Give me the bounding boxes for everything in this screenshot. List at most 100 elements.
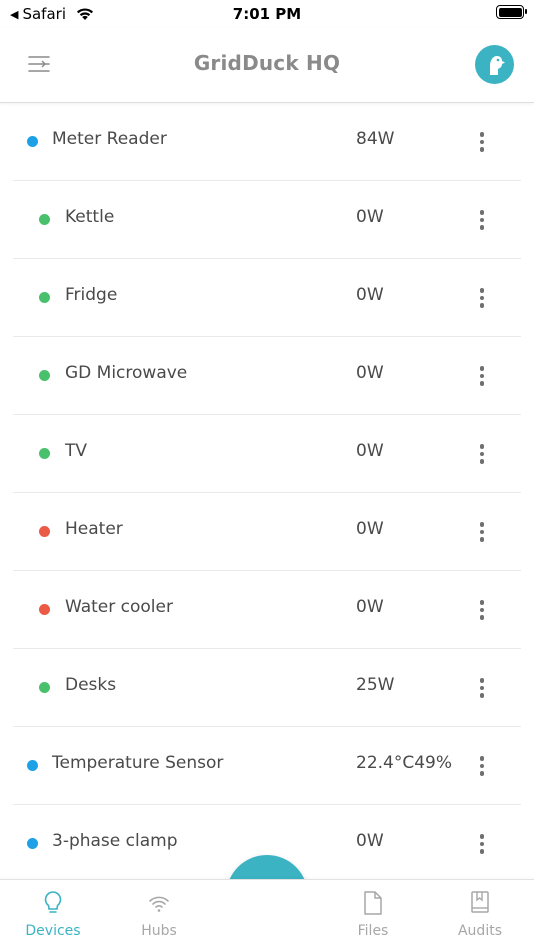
more-dot: [479, 600, 485, 605]
device-row[interactable]: Fridge 0W: [13, 259, 521, 337]
more-dot: [479, 756, 485, 761]
lightbulb-icon: [44, 891, 62, 913]
more-dot: [479, 615, 485, 620]
device-reading: 0W: [356, 519, 384, 539]
more-dot: [479, 522, 485, 527]
more-dot: [479, 303, 485, 308]
tab-devices[interactable]: Devices: [0, 880, 106, 951]
device-name: TV: [65, 441, 88, 461]
device-reading: 0W: [356, 363, 384, 383]
more-options-icon[interactable]: [471, 129, 493, 155]
more-dot: [479, 210, 485, 215]
more-dot: [479, 771, 485, 776]
app-header: GridDuck HQ: [0, 28, 534, 103]
device-reading: 0W: [356, 441, 384, 461]
more-dot: [479, 537, 485, 542]
more-dot: [479, 849, 485, 854]
status-dot: [39, 526, 50, 537]
device-reading: 0W: [356, 207, 384, 227]
more-options-icon[interactable]: [471, 207, 493, 233]
device-name: Desks: [65, 675, 117, 695]
status-bar: ◀ Safari 7:01 PM: [0, 0, 534, 28]
more-dot: [479, 459, 485, 464]
tab-devices-label: Devices: [25, 923, 81, 939]
device-reading: 0W: [356, 285, 384, 305]
more-dot: [479, 295, 485, 301]
device-reading: 0W: [356, 831, 384, 851]
device-reading: 84W: [356, 129, 395, 149]
more-options-icon[interactable]: [471, 285, 493, 311]
device-row[interactable]: Kettle 0W: [13, 181, 521, 259]
device-row[interactable]: Water cooler 0W: [13, 571, 521, 649]
more-options-icon[interactable]: [471, 831, 493, 857]
more-dot: [479, 834, 485, 839]
device-name: 3-phase clamp: [52, 831, 178, 851]
device-row[interactable]: Desks 25W: [13, 649, 521, 727]
device-name: Water cooler: [65, 597, 173, 617]
page-title: GridDuck HQ: [193, 51, 341, 75]
device-row[interactable]: GD Microwave 0W: [13, 337, 521, 415]
more-dot: [479, 139, 485, 145]
battery-icon: [496, 5, 527, 19]
more-dot: [479, 841, 485, 847]
more-dot: [479, 678, 485, 683]
more-dot: [479, 132, 485, 137]
more-dot: [479, 529, 485, 535]
more-dot: [479, 288, 485, 293]
status-dot: [39, 370, 50, 381]
device-reading: 0W: [356, 597, 384, 617]
tab-hubs[interactable]: Hubs: [106, 880, 212, 951]
tab-bar: Devices Hubs Files Audits: [0, 879, 534, 951]
more-options-icon[interactable]: [471, 597, 493, 623]
status-dot: [39, 448, 50, 459]
device-name: Heater: [65, 519, 123, 539]
account-avatar-button[interactable]: [475, 45, 514, 84]
device-name: Temperature Sensor: [52, 753, 224, 773]
device-name: GD Microwave: [65, 363, 188, 383]
more-options-icon[interactable]: [471, 675, 493, 701]
device-row[interactable]: Temperature Sensor 22.4°C49%: [13, 727, 521, 805]
status-dot: [39, 292, 50, 303]
status-dot: [39, 604, 50, 615]
status-dot: [27, 136, 38, 147]
more-dot: [479, 444, 485, 449]
device-list: Meter Reader 84W Kettle 0W Fridge 0W GD Microw…: [13, 103, 521, 883]
wifi-icon: [149, 896, 169, 912]
more-dot: [479, 217, 485, 223]
device-name: Kettle: [65, 207, 115, 227]
more-dot: [479, 381, 485, 386]
device-row[interactable]: TV 0W: [13, 415, 521, 493]
device-reading: 25W: [356, 675, 395, 695]
more-options-icon[interactable]: [471, 519, 493, 545]
clock: 7:01 PM: [232, 5, 302, 23]
tab-files[interactable]: Files: [320, 880, 426, 951]
more-options-icon[interactable]: [471, 363, 493, 389]
more-dot: [479, 451, 485, 457]
duck-logo-icon: [489, 55, 505, 75]
file-icon: [364, 891, 382, 915]
status-dot: [39, 214, 50, 225]
status-dot: [27, 838, 38, 849]
more-dot: [479, 693, 485, 698]
more-dot: [479, 366, 485, 371]
tab-files-label: Files: [357, 923, 389, 939]
device-name: Fridge: [65, 285, 118, 305]
book-icon: [471, 891, 489, 913]
tab-audits[interactable]: Audits: [427, 880, 533, 951]
more-dot: [479, 685, 485, 691]
tab-hubs-label: Hubs: [141, 923, 177, 939]
device-row[interactable]: Heater 0W: [13, 493, 521, 571]
device-name: Meter Reader: [52, 129, 167, 149]
status-dot: [27, 760, 38, 771]
more-dot: [479, 607, 485, 613]
device-row[interactable]: Meter Reader 84W: [13, 103, 521, 181]
more-options-icon[interactable]: [471, 753, 493, 779]
tab-audits-label: Audits: [457, 923, 502, 939]
status-dot: [39, 682, 50, 693]
more-dot: [479, 225, 485, 230]
device-reading: 22.4°C49%: [356, 753, 453, 773]
more-dot: [479, 373, 485, 379]
more-dot: [479, 147, 485, 152]
more-options-icon[interactable]: [471, 441, 493, 467]
more-dot: [479, 763, 485, 769]
